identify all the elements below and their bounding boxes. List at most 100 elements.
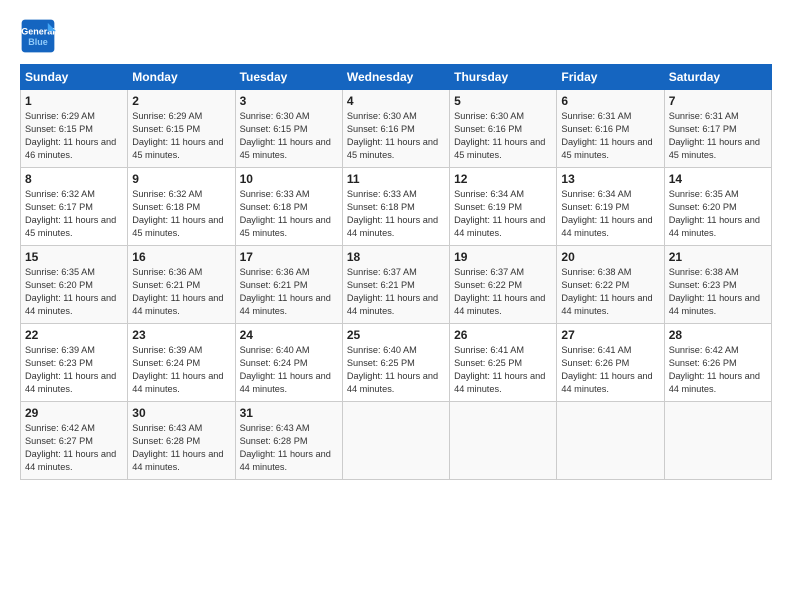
calendar-table: Sunday Monday Tuesday Wednesday Thursday… xyxy=(20,64,772,480)
day-number: 12 xyxy=(454,172,552,186)
day-number: 14 xyxy=(669,172,767,186)
day-number: 31 xyxy=(240,406,338,420)
table-row: 17 Sunrise: 6:36 AMSunset: 6:21 PMDayligh… xyxy=(235,246,342,324)
day-info: Sunrise: 6:32 AMSunset: 6:17 PMDaylight:… xyxy=(25,188,123,240)
day-info: Sunrise: 6:35 AMSunset: 6:20 PMDaylight:… xyxy=(669,188,767,240)
day-info: Sunrise: 6:32 AMSunset: 6:18 PMDaylight:… xyxy=(132,188,230,240)
calendar-week-row: 1Sunrise: 6:29 AMSunset: 6:15 PMDaylight… xyxy=(21,90,772,168)
day-number: 4 xyxy=(347,94,445,108)
calendar-week-row: 22 Sunrise: 6:39 AMSunset: 6:23 PMDayligh… xyxy=(21,324,772,402)
table-row: 21 Sunrise: 6:38 AMSunset: 6:23 PMDayligh… xyxy=(664,246,771,324)
day-info: Sunrise: 6:30 AMSunset: 6:16 PMDaylight:… xyxy=(347,110,445,162)
table-row: 15Sunrise: 6:35 AMSunset: 6:20 PMDayligh… xyxy=(21,246,128,324)
table-row: 28 Sunrise: 6:42 AMSunset: 6:26 PMDayligh… xyxy=(664,324,771,402)
day-info: Sunrise: 6:40 AMSunset: 6:24 PMDaylight:… xyxy=(240,344,338,396)
day-info: Sunrise: 6:30 AMSunset: 6:15 PMDaylight:… xyxy=(240,110,338,162)
day-info: Sunrise: 6:43 AMSunset: 6:28 PMDaylight:… xyxy=(132,422,230,474)
day-number: 21 xyxy=(669,250,767,264)
day-number: 13 xyxy=(561,172,659,186)
table-row: 1Sunrise: 6:29 AMSunset: 6:15 PMDaylight… xyxy=(21,90,128,168)
table-row xyxy=(342,402,449,480)
table-row: 31 Sunrise: 6:43 AMSunset: 6:28 PMDayligh… xyxy=(235,402,342,480)
page-header: General Blue xyxy=(20,18,772,54)
day-number: 3 xyxy=(240,94,338,108)
table-row: 6 Sunrise: 6:31 AMSunset: 6:16 PMDaylight… xyxy=(557,90,664,168)
table-row: 4 Sunrise: 6:30 AMSunset: 6:16 PMDaylight… xyxy=(342,90,449,168)
day-info: Sunrise: 6:29 AMSunset: 6:15 PMDaylight:… xyxy=(25,110,123,162)
day-number: 28 xyxy=(669,328,767,342)
table-row: 18Sunrise: 6:37 AMSunset: 6:21 PMDayligh… xyxy=(342,246,449,324)
day-number: 23 xyxy=(132,328,230,342)
table-row: 27Sunrise: 6:41 AMSunset: 6:26 PMDayligh… xyxy=(557,324,664,402)
table-row xyxy=(450,402,557,480)
day-number: 9 xyxy=(132,172,230,186)
day-number: 24 xyxy=(240,328,338,342)
day-number: 6 xyxy=(561,94,659,108)
day-info: Sunrise: 6:36 AMSunset: 6:21 PMDaylight:… xyxy=(132,266,230,318)
day-number: 2 xyxy=(132,94,230,108)
svg-text:Blue: Blue xyxy=(28,37,48,47)
day-number: 20 xyxy=(561,250,659,264)
day-info: Sunrise: 6:42 AMSunset: 6:27 PMDaylight:… xyxy=(25,422,123,474)
table-row: 14 Sunrise: 6:35 AMSunset: 6:20 PMDayligh… xyxy=(664,168,771,246)
col-wednesday: Wednesday xyxy=(342,65,449,90)
table-row: 11Sunrise: 6:33 AMSunset: 6:18 PMDayligh… xyxy=(342,168,449,246)
day-info: Sunrise: 6:39 AMSunset: 6:23 PMDaylight:… xyxy=(25,344,123,396)
col-sunday: Sunday xyxy=(21,65,128,90)
calendar-week-row: 15Sunrise: 6:35 AMSunset: 6:20 PMDayligh… xyxy=(21,246,772,324)
day-info: Sunrise: 6:40 AMSunset: 6:25 PMDaylight:… xyxy=(347,344,445,396)
day-number: 11 xyxy=(347,172,445,186)
day-info: Sunrise: 6:31 AMSunset: 6:17 PMDaylight:… xyxy=(669,110,767,162)
day-number: 7 xyxy=(669,94,767,108)
table-row: 23Sunrise: 6:39 AMSunset: 6:24 PMDayligh… xyxy=(128,324,235,402)
table-row: 24 Sunrise: 6:40 AMSunset: 6:24 PMDayligh… xyxy=(235,324,342,402)
day-number: 5 xyxy=(454,94,552,108)
col-friday: Friday xyxy=(557,65,664,90)
table-row: 2 Sunrise: 6:29 AMSunset: 6:15 PMDaylight… xyxy=(128,90,235,168)
table-row: 3 Sunrise: 6:30 AMSunset: 6:15 PMDaylight… xyxy=(235,90,342,168)
day-info: Sunrise: 6:33 AMSunset: 6:18 PMDaylight:… xyxy=(240,188,338,240)
day-info: Sunrise: 6:43 AMSunset: 6:28 PMDaylight:… xyxy=(240,422,338,474)
logo-icon: General Blue xyxy=(20,18,56,54)
day-info: Sunrise: 6:38 AMSunset: 6:23 PMDaylight:… xyxy=(669,266,767,318)
day-info: Sunrise: 6:36 AMSunset: 6:21 PMDaylight:… xyxy=(240,266,338,318)
day-info: Sunrise: 6:37 AMSunset: 6:22 PMDaylight:… xyxy=(454,266,552,318)
day-number: 10 xyxy=(240,172,338,186)
day-info: Sunrise: 6:34 AMSunset: 6:19 PMDaylight:… xyxy=(561,188,659,240)
day-info: Sunrise: 6:41 AMSunset: 6:25 PMDaylight:… xyxy=(454,344,552,396)
day-number: 18 xyxy=(347,250,445,264)
table-row: 29 Sunrise: 6:42 AMSunset: 6:27 PMDayligh… xyxy=(21,402,128,480)
table-row xyxy=(557,402,664,480)
calendar-week-row: 8Sunrise: 6:32 AMSunset: 6:17 PMDaylight… xyxy=(21,168,772,246)
day-number: 19 xyxy=(454,250,552,264)
table-row: 7 Sunrise: 6:31 AMSunset: 6:17 PMDaylight… xyxy=(664,90,771,168)
table-row: 10 Sunrise: 6:33 AMSunset: 6:18 PMDayligh… xyxy=(235,168,342,246)
table-row: 9 Sunrise: 6:32 AMSunset: 6:18 PMDaylight… xyxy=(128,168,235,246)
day-info: Sunrise: 6:42 AMSunset: 6:26 PMDaylight:… xyxy=(669,344,767,396)
day-info: Sunrise: 6:30 AMSunset: 6:16 PMDaylight:… xyxy=(454,110,552,162)
table-row: 19 Sunrise: 6:37 AMSunset: 6:22 PMDayligh… xyxy=(450,246,557,324)
table-row: 26Sunrise: 6:41 AMSunset: 6:25 PMDayligh… xyxy=(450,324,557,402)
table-row: 20 Sunrise: 6:38 AMSunset: 6:22 PMDayligh… xyxy=(557,246,664,324)
day-info: Sunrise: 6:29 AMSunset: 6:15 PMDaylight:… xyxy=(132,110,230,162)
day-info: Sunrise: 6:38 AMSunset: 6:22 PMDaylight:… xyxy=(561,266,659,318)
day-info: Sunrise: 6:35 AMSunset: 6:20 PMDaylight:… xyxy=(25,266,123,318)
table-row: 30 Sunrise: 6:43 AMSunset: 6:28 PMDayligh… xyxy=(128,402,235,480)
calendar-header-row: Sunday Monday Tuesday Wednesday Thursday… xyxy=(21,65,772,90)
day-number: 22 xyxy=(25,328,123,342)
day-number: 25 xyxy=(347,328,445,342)
col-saturday: Saturday xyxy=(664,65,771,90)
day-number: 29 xyxy=(25,406,123,420)
day-number: 17 xyxy=(240,250,338,264)
logo: General Blue xyxy=(20,18,62,54)
table-row: 8Sunrise: 6:32 AMSunset: 6:17 PMDaylight… xyxy=(21,168,128,246)
table-row: 22 Sunrise: 6:39 AMSunset: 6:23 PMDayligh… xyxy=(21,324,128,402)
calendar-week-row: 29 Sunrise: 6:42 AMSunset: 6:27 PMDayligh… xyxy=(21,402,772,480)
table-row: 5 Sunrise: 6:30 AMSunset: 6:16 PMDaylight… xyxy=(450,90,557,168)
col-tuesday: Tuesday xyxy=(235,65,342,90)
table-row xyxy=(664,402,771,480)
table-row: 13 Sunrise: 6:34 AMSunset: 6:19 PMDayligh… xyxy=(557,168,664,246)
day-number: 30 xyxy=(132,406,230,420)
day-info: Sunrise: 6:31 AMSunset: 6:16 PMDaylight:… xyxy=(561,110,659,162)
table-row: 16Sunrise: 6:36 AMSunset: 6:21 PMDayligh… xyxy=(128,246,235,324)
